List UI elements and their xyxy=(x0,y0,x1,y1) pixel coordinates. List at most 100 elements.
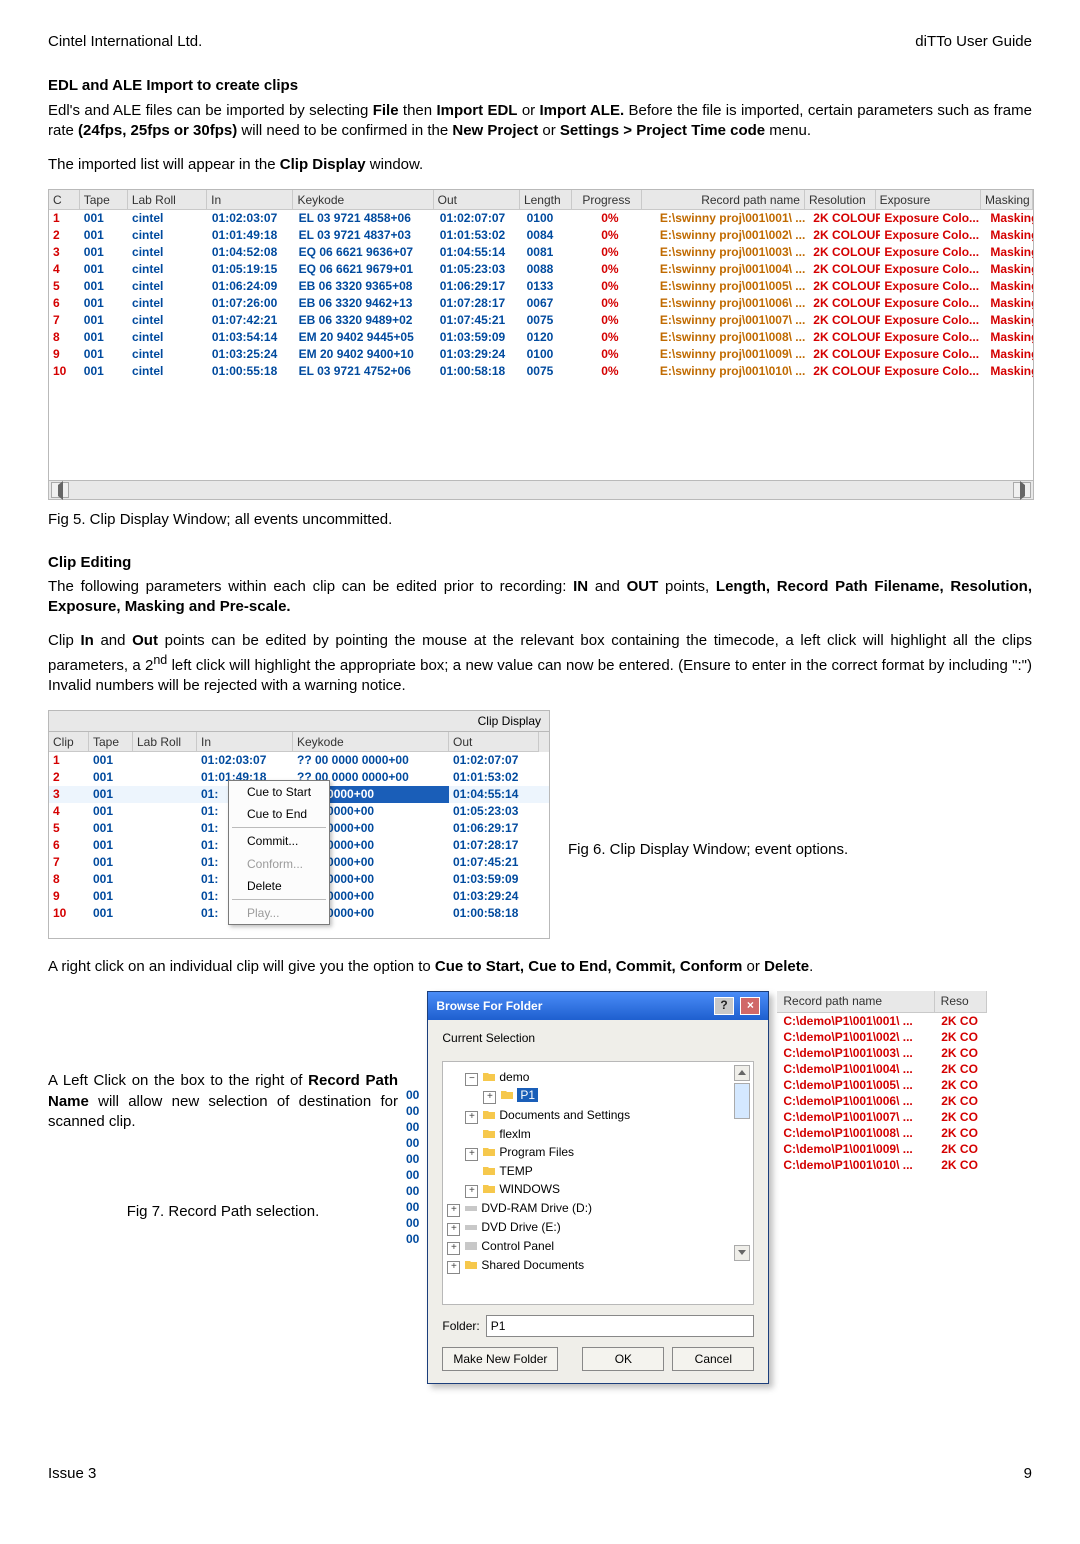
tree-scrollbar[interactable] xyxy=(734,1065,750,1261)
cell[interactable]: 2K COLOUR xyxy=(809,363,880,380)
tree-item[interactable]: DVD Drive (E:) xyxy=(481,1220,560,1234)
cell[interactable]: cintel xyxy=(128,261,208,278)
path-cell[interactable]: C:\demo\P1\001\002\ ... xyxy=(777,1029,935,1045)
cell[interactable]: EL 03 9721 4837+03 xyxy=(295,227,436,244)
cell[interactable]: 001 xyxy=(89,854,133,871)
cell[interactable]: 2K COLOUR xyxy=(809,261,880,278)
expand-icon[interactable]: + xyxy=(465,1148,478,1161)
list-item[interactable]: C:\demo\P1\001\005\ ...2K CO xyxy=(777,1077,987,1093)
cell[interactable]: 01:00:58:18 xyxy=(436,363,523,380)
cell[interactable]: cintel xyxy=(128,329,208,346)
cell[interactable]: E:\swinny proj\001\007\ ... xyxy=(645,312,809,329)
col-keykode[interactable]: Keykode xyxy=(293,190,433,210)
cell[interactable]: 0100 xyxy=(523,346,575,363)
tree-item-selected[interactable]: P1 xyxy=(517,1088,538,1102)
cell[interactable]: 4 xyxy=(49,261,80,278)
path-cell[interactable]: C:\demo\P1\001\007\ ... xyxy=(777,1109,935,1125)
col-exposure[interactable]: Exposure xyxy=(876,190,981,210)
rcol-reso[interactable]: Reso xyxy=(935,991,988,1012)
cell[interactable]: 5 xyxy=(49,278,80,295)
cell[interactable]: 001 xyxy=(89,786,133,803)
cell[interactable]: 0% xyxy=(574,295,645,312)
cell[interactable]: 01:06:29:17 xyxy=(436,278,523,295)
help-icon[interactable]: ? xyxy=(714,997,734,1015)
list-item[interactable]: C:\demo\P1\001\007\ ...2K CO xyxy=(777,1109,987,1125)
cancel-button[interactable]: Cancel xyxy=(672,1347,754,1371)
col-in[interactable]: In xyxy=(207,190,293,210)
cell[interactable]: EQ 06 6621 9679+01 xyxy=(295,261,436,278)
cell[interactable] xyxy=(133,769,197,786)
table-row[interactable]: 5001cintel01:06:24:09EB 06 3320 9365+080… xyxy=(49,278,1033,295)
cell[interactable]: 2 xyxy=(49,227,80,244)
cell[interactable]: 001 xyxy=(80,227,128,244)
cell[interactable]: 01:03:54:14 xyxy=(208,329,295,346)
scroll-thumb[interactable] xyxy=(734,1083,750,1119)
cell[interactable]: 01:03:29:24 xyxy=(436,346,523,363)
col-path[interactable]: Record path name xyxy=(642,190,805,210)
scol-keykode[interactable]: Keykode xyxy=(293,732,449,752)
cell[interactable]: 2K COLOUR xyxy=(809,295,880,312)
col-length[interactable]: Length xyxy=(520,190,572,210)
close-icon[interactable]: × xyxy=(740,997,760,1015)
cell[interactable]: Exposure Colo... xyxy=(880,363,986,380)
cell[interactable] xyxy=(133,871,197,888)
tree-item[interactable]: Control Panel xyxy=(481,1239,554,1253)
cell[interactable]: 0075 xyxy=(523,312,575,329)
expand-icon[interactable]: + xyxy=(483,1091,496,1104)
cell[interactable]: 001 xyxy=(80,363,128,380)
cell[interactable]: 3 xyxy=(49,244,80,261)
cell[interactable]: 3 xyxy=(49,786,89,803)
cell[interactable]: Exposure Colo... xyxy=(880,346,986,363)
cell[interactable]: 0% xyxy=(574,244,645,261)
cell[interactable]: ?? 00 0000 0000+00 xyxy=(293,752,449,769)
cell[interactable]: EB 06 3320 9462+13 xyxy=(295,295,436,312)
cell[interactable]: E:\swinny proj\001\002\ ... xyxy=(645,227,809,244)
cell[interactable]: 001 xyxy=(80,278,128,295)
cell[interactable]: 001 xyxy=(89,837,133,854)
scol-in[interactable]: In xyxy=(197,732,293,752)
cell[interactable] xyxy=(133,905,197,922)
cell[interactable]: Masking xyxy=(986,210,1033,227)
scol-clip[interactable]: Clip xyxy=(49,732,89,752)
path-cell[interactable]: C:\demo\P1\001\006\ ... xyxy=(777,1093,935,1109)
path-cell[interactable]: C:\demo\P1\001\009\ ... xyxy=(777,1141,935,1157)
cell[interactable]: 001 xyxy=(80,261,128,278)
cell[interactable] xyxy=(133,786,197,803)
list-item[interactable]: C:\demo\P1\001\001\ ...2K CO xyxy=(777,1013,987,1029)
cell[interactable]: 2 xyxy=(49,769,89,786)
browse-folder-dialog[interactable]: Browse For Folder ? × Current Selection … xyxy=(427,991,769,1383)
cell[interactable]: 0067 xyxy=(523,295,575,312)
cell[interactable]: 6 xyxy=(49,837,89,854)
expand-icon[interactable]: + xyxy=(447,1261,460,1274)
cell[interactable]: 7 xyxy=(49,312,80,329)
scroll-left-icon[interactable] xyxy=(51,482,69,498)
cell[interactable]: 2K COLOUR xyxy=(809,312,880,329)
cell[interactable]: 9 xyxy=(49,346,80,363)
menu-item[interactable]: Cue to Start xyxy=(229,781,329,803)
cell[interactable]: Masking xyxy=(986,244,1033,261)
cell[interactable]: E:\swinny proj\001\010\ ... xyxy=(645,363,809,380)
table-row[interactable]: 1001cintel01:02:03:07EL 03 9721 4858+060… xyxy=(49,210,1033,227)
col-labroll[interactable]: Lab Roll xyxy=(128,190,207,210)
cell[interactable]: 0100 xyxy=(523,210,575,227)
cell[interactable]: 01:05:23:03 xyxy=(449,803,539,820)
cell[interactable]: Exposure Colo... xyxy=(880,261,986,278)
cell[interactable]: 01:02:03:07 xyxy=(197,752,293,769)
path-cell[interactable]: C:\demo\P1\001\004\ ... xyxy=(777,1061,935,1077)
cell[interactable]: 001 xyxy=(80,312,128,329)
cell[interactable]: 01:04:55:14 xyxy=(436,244,523,261)
cell[interactable]: 001 xyxy=(80,329,128,346)
cell[interactable]: 01:04:52:08 xyxy=(208,244,295,261)
path-cell[interactable]: C:\demo\P1\001\001\ ... xyxy=(777,1013,935,1029)
cell[interactable]: 001 xyxy=(89,820,133,837)
tree-item[interactable]: flexlm xyxy=(499,1127,530,1141)
cell[interactable]: 01:07:28:17 xyxy=(449,837,539,854)
cell[interactable]: 01:07:26:00 xyxy=(208,295,295,312)
cell[interactable]: E:\swinny proj\001\009\ ... xyxy=(645,346,809,363)
cell[interactable]: 001 xyxy=(89,888,133,905)
tree-item[interactable]: DVD-RAM Drive (D:) xyxy=(481,1201,592,1215)
cell[interactable]: 01:05:19:15 xyxy=(208,261,295,278)
list-item[interactable]: C:\demo\P1\001\006\ ...2K CO xyxy=(777,1093,987,1109)
tree-item[interactable]: WINDOWS xyxy=(499,1182,560,1196)
cell[interactable]: Masking xyxy=(986,261,1033,278)
